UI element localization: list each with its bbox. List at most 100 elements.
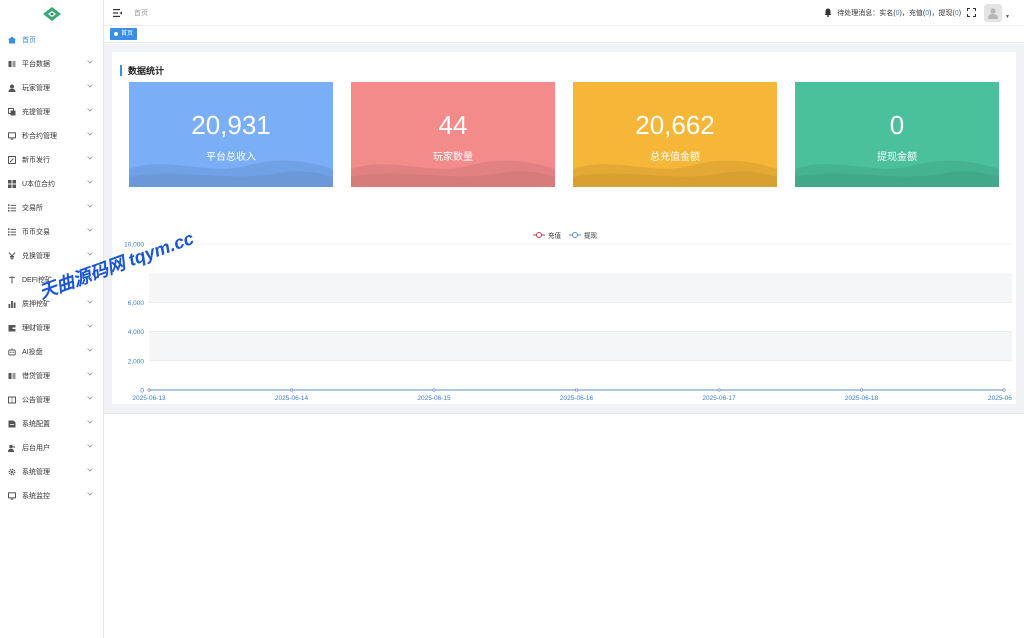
caret-down-icon[interactable]: ▼	[1005, 14, 1010, 20]
chevron-down-icon	[87, 372, 93, 378]
chevron-down-icon	[87, 420, 93, 426]
sidebar-item-19[interactable]: 系统监控	[0, 484, 103, 508]
sidebar-item-15[interactable]: 公告管理	[0, 388, 103, 412]
sidebar-item-label: 系统监控	[22, 493, 50, 500]
sidebar-item-label: 系统管理	[22, 469, 50, 476]
chevron-down-icon	[87, 444, 93, 450]
avatar[interactable]	[984, 4, 1003, 22]
sidebar-item-label: 玩家管理	[22, 85, 50, 92]
sidebar-item-label: 理财管理	[22, 325, 50, 332]
sidebar-item-label: 公告管理	[22, 397, 50, 404]
sidebar-item-2[interactable]: 玩家管理	[0, 76, 103, 100]
stats-panel: 数据统计 20,931 平台总收入 44 玩家数量 20,662 总充值金额 0 提现金额 0…	[112, 52, 1016, 404]
stat-value: 20,662	[635, 110, 715, 140]
sidebar-item-7[interactable]: 交易所	[0, 196, 103, 220]
sidebar-item-4[interactable]: 秒合约管理	[0, 124, 103, 148]
sidebar-item-label: U本位合约	[22, 181, 56, 188]
bell-icon[interactable]	[824, 8, 832, 19]
stat-label: 提现金额	[877, 152, 917, 163]
legend-label: 充值	[548, 231, 562, 240]
grid-band	[149, 273, 1012, 303]
content-divider	[104, 413, 1024, 414]
panel-title: 数据统计	[120, 64, 164, 76]
sidebar: 首页 平台数据 玩家管理 充提管理 秒合约管理 新币发行 U本位合约 交易所 币币交易 兑换管理 D…	[0, 0, 104, 638]
grid-icon	[8, 180, 16, 188]
pending-notice[interactable]: 待处理消息：实名(0)，充值(0)，提现(0)	[837, 8, 961, 18]
sidebar-item-label: 平台数据	[22, 61, 50, 68]
scrollbar[interactable]	[1016, 44, 1024, 413]
sidebar-item-8[interactable]: 币币交易	[0, 220, 103, 244]
sidebar-item-18[interactable]: 系统管理	[0, 460, 103, 484]
x-tick-label: 2025-06-13	[132, 395, 166, 402]
sidebar-item-label: 兑换管理	[22, 253, 50, 260]
chevron-down-icon	[87, 324, 93, 330]
config-icon	[8, 420, 16, 428]
y-tick-label: 2,000	[128, 358, 145, 365]
chart-svg: 02,0004,0006,00010,0002025-06-13 2025-06-…	[124, 231, 1012, 403]
legend-marker	[536, 232, 542, 238]
sidebar-item-13[interactable]: AI投盘	[0, 340, 103, 364]
sidebar-item-5[interactable]: 新币发行	[0, 148, 103, 172]
sidebar-item-3[interactable]: 充提管理	[0, 100, 103, 124]
users-icon	[8, 444, 16, 452]
chevron-down-icon	[87, 228, 93, 234]
sidebar-item-14[interactable]: 借贷管理	[0, 364, 103, 388]
data-point	[147, 388, 151, 392]
breadcrumb[interactable]: 首页	[134, 8, 148, 18]
sidebar-item-12[interactable]: 理财管理	[0, 316, 103, 340]
sidebar-item-1[interactable]: 平台数据	[0, 52, 103, 76]
menu-toggle-icon[interactable]	[112, 8, 122, 18]
tag-dot-icon	[114, 32, 118, 36]
stat-label: 玩家数量	[433, 152, 473, 163]
tags-view: 首页	[104, 26, 1024, 43]
data-point	[1002, 388, 1006, 392]
book-icon	[8, 372, 16, 380]
logo[interactable]	[0, 0, 103, 28]
user-icon	[8, 84, 16, 92]
copy-icon	[8, 108, 16, 116]
x-tick-label: 2025-06-14	[275, 395, 309, 402]
sidebar-item-0[interactable]: 首页	[0, 28, 103, 52]
fullscreen-icon[interactable]	[966, 7, 977, 19]
pickaxe-icon	[8, 276, 16, 284]
y-tick-label: 0	[140, 388, 144, 395]
x-tick-label: 2025-06-18	[845, 395, 879, 402]
stat-label: 总充值金额	[650, 152, 700, 163]
chevron-down-icon	[87, 60, 93, 66]
gear-icon	[8, 468, 16, 476]
stat-label: 平台总收入	[206, 152, 256, 163]
wallet-icon	[8, 324, 16, 332]
line-chart: 0 2,000 4,000 6,000 10,000 2025-06-13 2025-06-…	[112, 222, 1016, 404]
logo-icon	[42, 7, 61, 21]
sidebar-item-17[interactable]: 后台用户	[0, 436, 103, 460]
user-avatar-icon	[988, 8, 999, 19]
stat-value: 0	[889, 110, 905, 140]
sidebar-item-16[interactable]: 系统配置	[0, 412, 103, 436]
sidebar-item-label: 秒合约管理	[22, 133, 57, 140]
notice-icon	[8, 396, 16, 404]
tag-home[interactable]: 首页	[110, 28, 138, 40]
data-point	[290, 388, 294, 392]
stat-card: 20,662 总充值金额	[573, 82, 777, 187]
top-header: 首页 待处理消息：实名(0)，充值(0)，提现(0) ▼	[104, 0, 1024, 26]
main-content: 数据统计 20,931 平台总收入 44 玩家数量 20,662 总充值金额 0 提现金额 0…	[104, 44, 1024, 413]
y-tick-label: 6,000	[128, 300, 145, 307]
sidebar-item-label: 借贷管理	[22, 373, 50, 380]
x-tick-label: 2025-06	[988, 395, 1012, 402]
sidebar-item-label: 交易所	[22, 205, 43, 212]
chevron-down-icon	[87, 180, 93, 186]
chevron-down-icon	[87, 156, 93, 162]
sidebar-item-label: 系统配置	[22, 421, 50, 428]
chevron-down-icon	[87, 300, 93, 306]
book-icon	[8, 60, 16, 68]
header-right: 待处理消息：实名(0)，充值(0)，提现(0) ▼	[824, 0, 1010, 26]
sidebar-item-label: AI投盘	[22, 349, 43, 356]
list-icon	[8, 204, 16, 212]
legend-marker	[572, 232, 578, 238]
sidebar-item-6[interactable]: U本位合约	[0, 172, 103, 196]
chevron-down-icon	[87, 132, 93, 138]
data-point	[859, 388, 863, 392]
list-icon	[8, 228, 16, 236]
sidebar-item-label: 新币发行	[22, 157, 50, 164]
data-point	[574, 388, 578, 392]
